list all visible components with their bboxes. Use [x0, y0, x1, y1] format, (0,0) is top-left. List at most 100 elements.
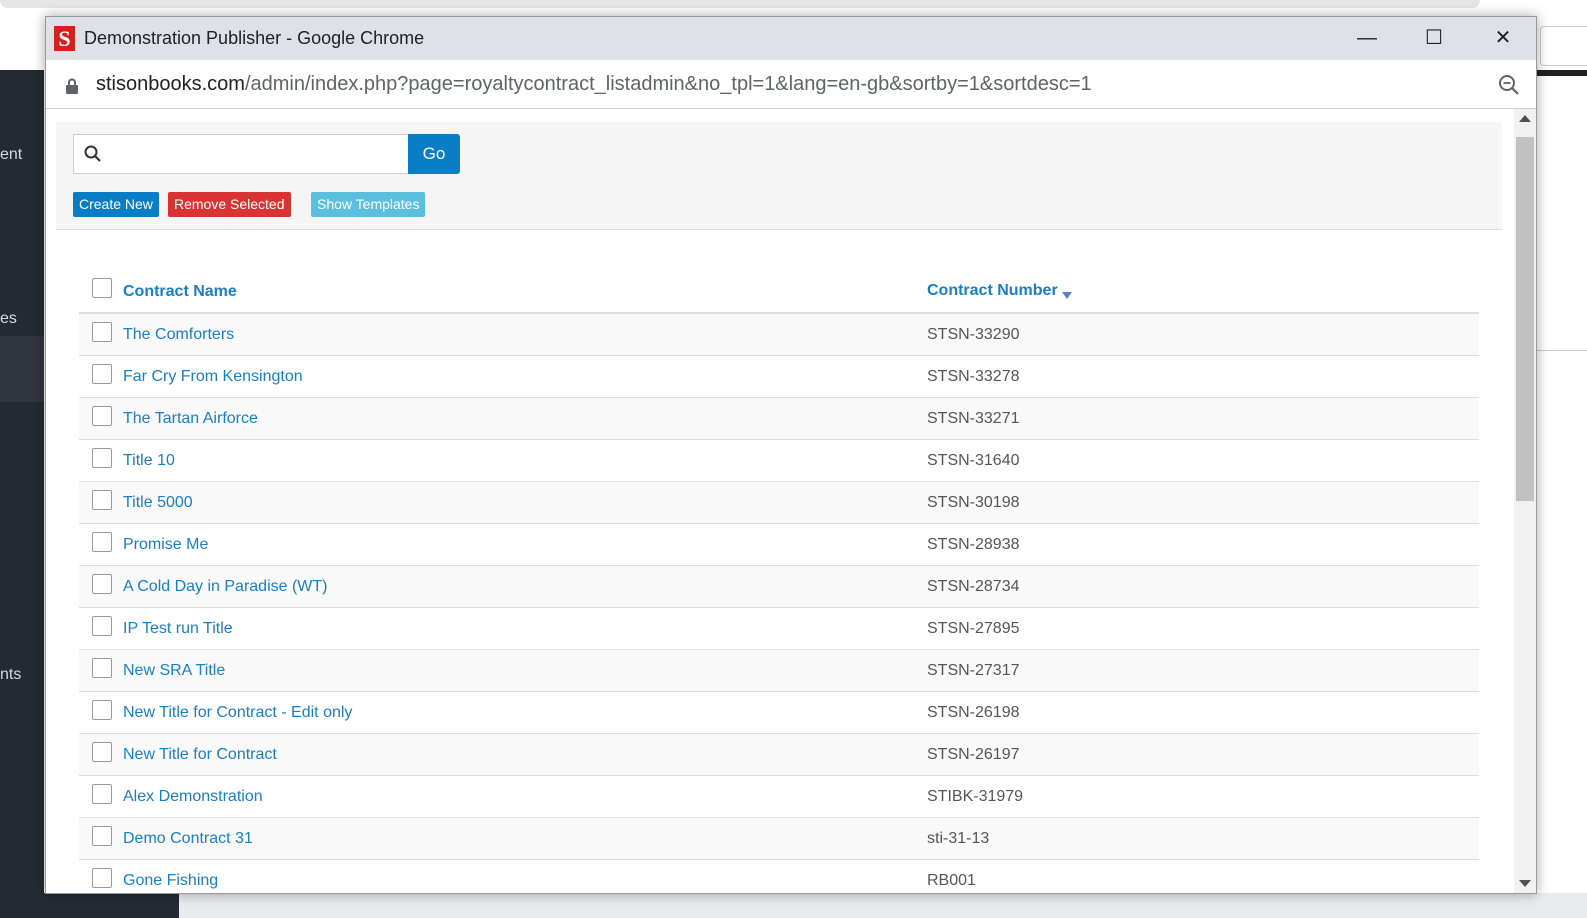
contracts-table: Contract Name Contract Number The Comfor…: [79, 249, 1479, 893]
table-header: Contract Name Contract Number: [79, 249, 1479, 314]
row-checkbox[interactable]: [92, 616, 112, 636]
search-input[interactable]: [112, 135, 406, 175]
column-header-contract-name[interactable]: Contract Name: [123, 283, 237, 301]
contract-name-link[interactable]: New Title for Contract - Edit only: [123, 704, 352, 722]
sort-descending-icon: [1062, 292, 1072, 299]
row-checkbox[interactable]: [92, 448, 112, 468]
row-checkbox[interactable]: [92, 784, 112, 804]
row-checkbox[interactable]: [92, 742, 112, 762]
contract-number: STSN-30198: [927, 494, 1020, 511]
scrollbar-thumb[interactable]: [1516, 137, 1534, 501]
row-checkbox[interactable]: [92, 574, 112, 594]
table-row: Demo Contract 31 sti-31-13: [79, 818, 1479, 860]
search-box[interactable]: [73, 134, 409, 175]
minimize-button[interactable]: —: [1334, 17, 1400, 60]
contract-number: STSN-33278: [927, 368, 1020, 385]
contract-number: RB001: [927, 872, 976, 889]
column-header-contract-number[interactable]: Contract Number: [927, 282, 1058, 300]
background-tab-strip: [0, 0, 1480, 8]
table-row: Title 10 STSN-31640: [79, 440, 1479, 482]
table-row: Far Cry From Kensington STSN-33278: [79, 356, 1479, 398]
popup-window: S Demonstration Publisher - Google Chrom…: [45, 16, 1537, 894]
contract-name-link[interactable]: The Tartan Airforce: [123, 410, 258, 428]
url-path: /admin/index.php?page=royaltycontract_li…: [244, 73, 1092, 95]
contract-name-link[interactable]: Demo Contract 31: [123, 830, 253, 848]
contract-name-link[interactable]: Far Cry From Kensington: [123, 368, 303, 386]
contract-number: STSN-26198: [927, 704, 1020, 721]
table-body: The Comforters STSN-33290 Far Cry From Ken…: [79, 314, 1479, 893]
toolbar-panel: Go Create New Remove Selected Show Templ…: [56, 122, 1502, 230]
table-row: Alex Demonstration STIBK-31979: [79, 776, 1479, 818]
table-row: Promise Me STSN-28938: [79, 524, 1479, 566]
contract-number: STSN-33271: [927, 410, 1020, 427]
select-all-checkbox[interactable]: [92, 278, 112, 298]
table-row: New Title for Contract STSN-26197: [79, 734, 1479, 776]
remove-selected-button[interactable]: Remove Selected: [168, 192, 291, 217]
window-title: Demonstration Publisher - Google Chrome: [84, 28, 425, 48]
row-checkbox[interactable]: [92, 406, 112, 426]
background-divider: [1536, 350, 1587, 351]
lock-icon: [66, 78, 78, 94]
table-row: IP Test run Title STSN-27895: [79, 608, 1479, 650]
background-sidebar-selected-item: [0, 336, 44, 402]
contract-name-link[interactable]: Gone Fishing: [123, 872, 218, 890]
background-content: [1536, 26, 1587, 918]
background-search-field: [1540, 26, 1587, 66]
contract-name-link[interactable]: Promise Me: [123, 536, 208, 554]
contract-number: STIBK-31979: [927, 788, 1024, 805]
background-sidebar-label: ent: [0, 146, 23, 163]
table-row: The Tartan Airforce STSN-33271: [79, 398, 1479, 440]
scroll-down-arrow-icon[interactable]: [1519, 880, 1531, 887]
zoom-icon[interactable]: [1498, 74, 1520, 96]
go-button[interactable]: Go: [408, 134, 460, 174]
close-button[interactable]: ✕: [1470, 17, 1536, 60]
table-row: New SRA Title STSN-27317: [79, 650, 1479, 692]
background-divider: [1536, 70, 1587, 76]
background-footer: [44, 893, 1587, 918]
contract-name-link[interactable]: New SRA Title: [123, 662, 225, 680]
background-sidebar: ent es nts: [0, 70, 44, 918]
row-checkbox[interactable]: [92, 364, 112, 384]
contract-name-link[interactable]: Title 5000: [123, 494, 193, 512]
contract-number: STSN-33290: [927, 326, 1020, 343]
background-sidebar-label: nts: [0, 666, 22, 683]
table-row: Title 5000 STSN-30198: [79, 482, 1479, 524]
table-row: A Cold Day in Paradise (WT) STSN-28734: [79, 566, 1479, 608]
row-checkbox[interactable]: [92, 700, 112, 720]
contract-number: STSN-31640: [927, 452, 1020, 469]
table-row: Gone Fishing RB001: [79, 860, 1479, 893]
show-templates-button[interactable]: Show Templates: [311, 192, 426, 217]
create-new-button[interactable]: Create New: [73, 192, 159, 217]
contract-number: STSN-26197: [927, 746, 1020, 763]
row-checkbox[interactable]: [92, 826, 112, 846]
contract-number: STSN-28938: [927, 536, 1020, 553]
contract-number: STSN-27317: [927, 662, 1020, 679]
contract-name-link[interactable]: Alex Demonstration: [123, 788, 263, 806]
scroll-up-arrow-icon[interactable]: [1519, 115, 1531, 122]
background-sidebar-label: es: [0, 310, 17, 327]
contract-name-link[interactable]: IP Test run Title: [123, 620, 233, 638]
table-row: The Comforters STSN-33290: [79, 314, 1479, 356]
contract-name-link[interactable]: A Cold Day in Paradise (WT): [123, 578, 328, 596]
row-checkbox[interactable]: [92, 322, 112, 342]
url-host: stisonbooks.com: [96, 73, 245, 95]
contract-number: STSN-27895: [927, 620, 1020, 637]
maximize-button[interactable]: ☐: [1401, 17, 1467, 60]
row-checkbox[interactable]: [92, 490, 112, 510]
contract-number: STSN-28734: [927, 578, 1020, 595]
row-checkbox[interactable]: [92, 532, 112, 552]
title-bar[interactable]: S Demonstration Publisher - Google Chrom…: [46, 17, 1536, 60]
contract-name-link[interactable]: Title 10: [123, 452, 175, 470]
row-checkbox[interactable]: [92, 868, 112, 888]
address-bar[interactable]: stisonbooks.com/admin/index.php?page=roy…: [46, 60, 1536, 109]
contract-name-link[interactable]: The Comforters: [123, 326, 234, 344]
url-text[interactable]: stisonbooks.com/admin/index.php?page=roy…: [96, 73, 1092, 96]
scrollbar[interactable]: [1514, 109, 1536, 893]
page-content: Go Create New Remove Selected Show Templ…: [46, 109, 1514, 893]
app-logo-icon: S: [54, 26, 75, 51]
table-row: New Title for Contract - Edit only STSN-2…: [79, 692, 1479, 734]
row-checkbox[interactable]: [92, 658, 112, 678]
search-icon: [84, 145, 101, 162]
contract-number: sti-31-13: [927, 830, 990, 847]
contract-name-link[interactable]: New Title for Contract: [123, 746, 277, 764]
